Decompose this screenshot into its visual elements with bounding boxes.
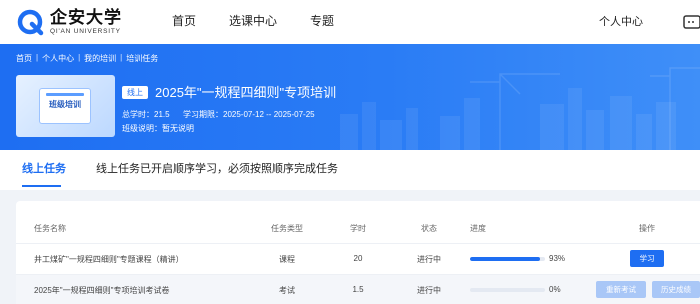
task-type: 考试 bbox=[279, 286, 295, 295]
cover-card-bar bbox=[46, 93, 84, 96]
col-status: 状态 bbox=[421, 224, 437, 233]
total-hours: 总学时：21.5 bbox=[122, 110, 170, 119]
breadcrumb-my-training[interactable]: 我的培训 bbox=[84, 53, 116, 64]
breadcrumb: 首页 | 个人中心 | 我的培训 | 培训任务 bbox=[16, 53, 158, 64]
sequential-study-tip: 线上任务已开启顺序学习，必须按照顺序完成任务 bbox=[96, 163, 338, 175]
nav-course-center[interactable]: 选课中心 bbox=[229, 12, 277, 29]
breadcrumb-home[interactable]: 首页 bbox=[16, 53, 32, 64]
progress-bar bbox=[470, 257, 545, 261]
task-status: 进行中 bbox=[417, 286, 441, 295]
task-name: 2025年"一规程四细则"专项培训考试卷 bbox=[34, 286, 170, 295]
col-progress: 进度 bbox=[470, 224, 486, 233]
task-type: 课程 bbox=[279, 255, 295, 264]
task-tabs: 线上任务 线上任务已开启顺序学习，必须按照顺序完成任务 bbox=[0, 150, 700, 190]
course-cover-image: 班级培训 bbox=[16, 75, 115, 137]
breadcrumb-training-task: 培训任务 bbox=[126, 54, 159, 63]
brand-name: 企安大学 bbox=[50, 7, 122, 27]
progress-percent: 93% bbox=[549, 254, 566, 263]
breadcrumb-separator: | bbox=[120, 53, 123, 62]
progress-bar-fill bbox=[470, 257, 540, 261]
table-row: 井工煤矿"一规程四细则"专题课程（精讲） 课程 20 进行中 93% 学习 bbox=[16, 243, 700, 273]
breadcrumb-separator: | bbox=[78, 53, 81, 62]
task-name: 井工煤矿"一规程四细则"专题课程（精讲） bbox=[34, 255, 184, 264]
task-table: 任务名称 任务类型 学时 状态 进度 操作 井工煤矿"一规程四细则"专题课程（精… bbox=[16, 201, 700, 304]
progress-bar bbox=[470, 288, 545, 292]
col-task-type: 任务类型 bbox=[271, 224, 303, 233]
logo-icon bbox=[17, 9, 44, 36]
col-hours: 学时 bbox=[350, 224, 366, 233]
nav-personal-center[interactable]: 个人中心 bbox=[599, 13, 643, 29]
retake-exam-button[interactable]: 重新考试 bbox=[596, 281, 646, 298]
task-status: 进行中 bbox=[417, 255, 441, 264]
top-navbar: 企安大学 QI'AN UNIVERSITY 首页 选课中心 专题 个人中心 bbox=[0, 0, 700, 44]
tab-active-indicator bbox=[22, 185, 61, 187]
col-actions: 操作 bbox=[639, 224, 655, 233]
course-banner: 首页 | 个人中心 | 我的培训 | 培训任务 班级培训 线上 2025年"一规… bbox=[0, 44, 700, 150]
breadcrumb-separator: | bbox=[36, 53, 39, 62]
task-hours: 1.5 bbox=[352, 285, 364, 294]
exam-history-button[interactable]: 历史成绩 bbox=[652, 281, 700, 298]
tab-online-tasks[interactable]: 线上任务 bbox=[22, 160, 66, 176]
col-task-name: 任务名称 bbox=[34, 224, 66, 233]
message-icon[interactable] bbox=[682, 12, 700, 32]
progress-percent: 0% bbox=[549, 285, 561, 294]
brand-en: QI'AN UNIVERSITY bbox=[50, 27, 121, 35]
cover-card: 班级培训 bbox=[40, 89, 90, 123]
nav-home[interactable]: 首页 bbox=[172, 12, 196, 29]
study-button[interactable]: 学习 bbox=[630, 250, 664, 267]
online-tag: 线上 bbox=[122, 86, 148, 99]
logo[interactable]: 企安大学 QI'AN UNIVERSITY bbox=[16, 6, 122, 38]
table-header: 任务名称 任务类型 学时 状态 进度 操作 bbox=[16, 217, 700, 241]
cover-label: 班级培训 bbox=[49, 100, 81, 109]
study-period: 学习期限：2025-07-12 -- 2025-07-25 bbox=[183, 110, 315, 119]
nav-topics[interactable]: 专题 bbox=[310, 12, 334, 29]
table-row: 2025年"一规程四细则"专项培训考试卷 考试 1.5 进行中 0% 重新考试 … bbox=[16, 274, 700, 304]
breadcrumb-personal-center[interactable]: 个人中心 bbox=[42, 53, 74, 64]
class-note: 班级说明：暂无说明 bbox=[122, 124, 194, 133]
course-title: 2025年"一规程四细则"专项培训 bbox=[155, 85, 337, 100]
task-hours: 20 bbox=[353, 254, 363, 263]
